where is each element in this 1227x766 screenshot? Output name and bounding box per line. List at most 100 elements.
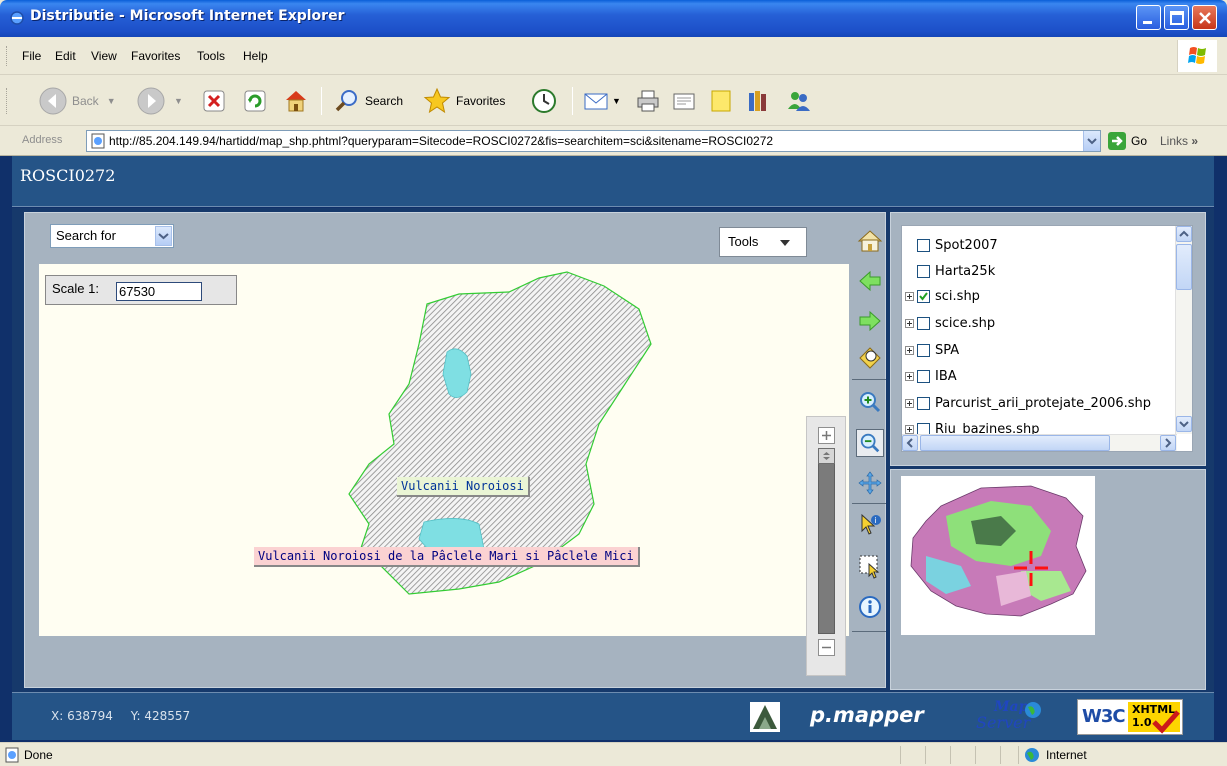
- checkmark-icon: [919, 291, 928, 301]
- zoom-minus-icon[interactable]: [818, 639, 835, 656]
- print-button[interactable]: [634, 85, 662, 117]
- menu-help[interactable]: Help: [243, 49, 268, 63]
- zoom-in-button[interactable]: [856, 388, 884, 416]
- zoom-handle[interactable]: [818, 448, 835, 464]
- forward-arrow-icon: [137, 87, 165, 115]
- pmapper-brand[interactable]: p.mapper: [810, 703, 924, 727]
- layer-checkbox[interactable]: [917, 264, 930, 278]
- research-button[interactable]: [745, 85, 773, 117]
- back-button[interactable]: Back ▼: [38, 85, 116, 117]
- layer-checkbox[interactable]: [917, 396, 930, 410]
- xhtml-version: 1.0: [1132, 716, 1152, 729]
- layer-label: Spot2007: [935, 237, 998, 253]
- search-for-select[interactable]: Search for: [50, 224, 174, 248]
- scroll-thumb[interactable]: [920, 435, 1110, 451]
- layer-item[interactable]: Spot2007: [917, 234, 998, 256]
- forward-button[interactable]: ▼: [136, 85, 183, 117]
- scroll-thumb[interactable]: [1176, 244, 1192, 290]
- links-button[interactable]: Links »: [1160, 134, 1198, 148]
- go-arrow-icon: [1108, 132, 1126, 150]
- zoom-out-button[interactable]: [856, 429, 884, 457]
- status-cell: [900, 746, 901, 764]
- full-extent-button[interactable]: [856, 227, 884, 255]
- scroll-left-icon[interactable]: [902, 435, 918, 451]
- layer-item[interactable]: SPA: [902, 339, 959, 361]
- map-canvas[interactable]: Scale 1: 67530 Vulcanii Noroiosi Vulcani…: [39, 264, 849, 676]
- forward-extent-button[interactable]: [856, 307, 884, 335]
- stop-button[interactable]: [201, 85, 227, 117]
- info-button[interactable]: [856, 593, 884, 621]
- address-input[interactable]: http://85.204.149.94/hartidd/map_shp.pht…: [86, 130, 1101, 152]
- close-button[interactable]: [1192, 5, 1217, 30]
- layer-item[interactable]: Harta25k: [917, 260, 995, 282]
- layer-checkbox[interactable]: [917, 316, 930, 330]
- windows-logo-icon: [1177, 40, 1217, 72]
- go-button[interactable]: Go: [1107, 131, 1147, 151]
- info-icon: [859, 596, 881, 618]
- main-area: Search for Tools Scale 1: 67530 Vulcanii…: [12, 208, 1214, 692]
- pan-icon: [858, 471, 882, 495]
- scroll-down-icon[interactable]: [1176, 416, 1192, 432]
- expand-icon[interactable]: [905, 345, 914, 355]
- favorites-label: Favorites: [456, 94, 506, 108]
- zoom-track[interactable]: [818, 449, 835, 634]
- w3c-xhtml-badge[interactable]: W3C XHTML 1.0: [1077, 699, 1183, 735]
- layer-item[interactable]: Parcurist_arii_protejate_2006.shp: [902, 392, 1151, 414]
- pan-button[interactable]: [856, 469, 884, 497]
- expand-icon[interactable]: [905, 318, 914, 328]
- toolbar-grip[interactable]: [6, 88, 9, 114]
- address-dropdown-button[interactable]: [1083, 131, 1100, 151]
- minimize-button[interactable]: [1136, 5, 1161, 30]
- history-button[interactable]: [530, 85, 558, 117]
- map-label-paclele: Vulcanii Noroiosi de la Pâclele Mari si …: [254, 547, 640, 567]
- refresh-button[interactable]: [242, 85, 268, 117]
- history-icon: [532, 89, 556, 113]
- mail-button[interactable]: ▼: [582, 85, 621, 117]
- home-icon: [286, 91, 306, 112]
- expand-icon[interactable]: [905, 398, 914, 408]
- layer-item[interactable]: scice.shp: [902, 312, 995, 334]
- layer-checkbox[interactable]: [917, 343, 930, 357]
- discuss-button[interactable]: [707, 85, 735, 117]
- expand-icon[interactable]: [905, 424, 914, 434]
- scale-input[interactable]: 67530: [116, 282, 202, 301]
- zoom-slider[interactable]: [806, 416, 846, 676]
- menu-tools[interactable]: Tools: [197, 49, 225, 63]
- home-button[interactable]: [282, 85, 310, 117]
- tools-dropdown[interactable]: Tools: [719, 227, 807, 257]
- layer-checkbox[interactable]: [917, 238, 930, 252]
- tool-separator: [852, 503, 886, 504]
- layer-checkbox[interactable]: [917, 289, 930, 303]
- romania-overview-map: [910, 485, 1087, 617]
- favorites-button[interactable]: Favorites: [422, 85, 505, 117]
- select-button[interactable]: [856, 552, 884, 580]
- menu-edit[interactable]: Edit: [55, 49, 76, 63]
- toolbar-grip[interactable]: [6, 46, 9, 66]
- back-extent-button[interactable]: [856, 267, 884, 295]
- maximize-button[interactable]: [1164, 5, 1189, 30]
- layer-checkbox[interactable]: [917, 369, 930, 383]
- edit-button[interactable]: [670, 85, 698, 117]
- scroll-right-icon[interactable]: [1160, 435, 1176, 451]
- expand-icon[interactable]: [905, 291, 914, 301]
- books-icon: [749, 91, 766, 111]
- refresh-icon: [244, 90, 266, 112]
- x-coordinate: X: 638794: [51, 709, 113, 723]
- toolbar-separator: [321, 87, 322, 115]
- vertical-scrollbar[interactable]: [1175, 226, 1192, 434]
- mapserver-logo[interactable]: Map Server: [972, 699, 1044, 733]
- zoom-to-selection-button[interactable]: [856, 344, 884, 372]
- layer-item[interactable]: IBA: [902, 365, 957, 387]
- layer-item[interactable]: sci.shp: [902, 285, 980, 307]
- messenger-button[interactable]: [784, 85, 814, 117]
- overview-map[interactable]: [901, 476, 1095, 635]
- zoom-plus-icon[interactable]: [818, 427, 835, 444]
- horizontal-scrollbar[interactable]: [902, 434, 1177, 451]
- menu-favorites[interactable]: Favorites: [131, 49, 180, 63]
- menu-view[interactable]: View: [91, 49, 117, 63]
- search-button[interactable]: Search: [333, 85, 403, 117]
- identify-button[interactable]: i: [856, 511, 884, 539]
- scroll-up-icon[interactable]: [1176, 226, 1192, 242]
- expand-icon[interactable]: [905, 371, 914, 381]
- menu-file[interactable]: File: [22, 49, 41, 63]
